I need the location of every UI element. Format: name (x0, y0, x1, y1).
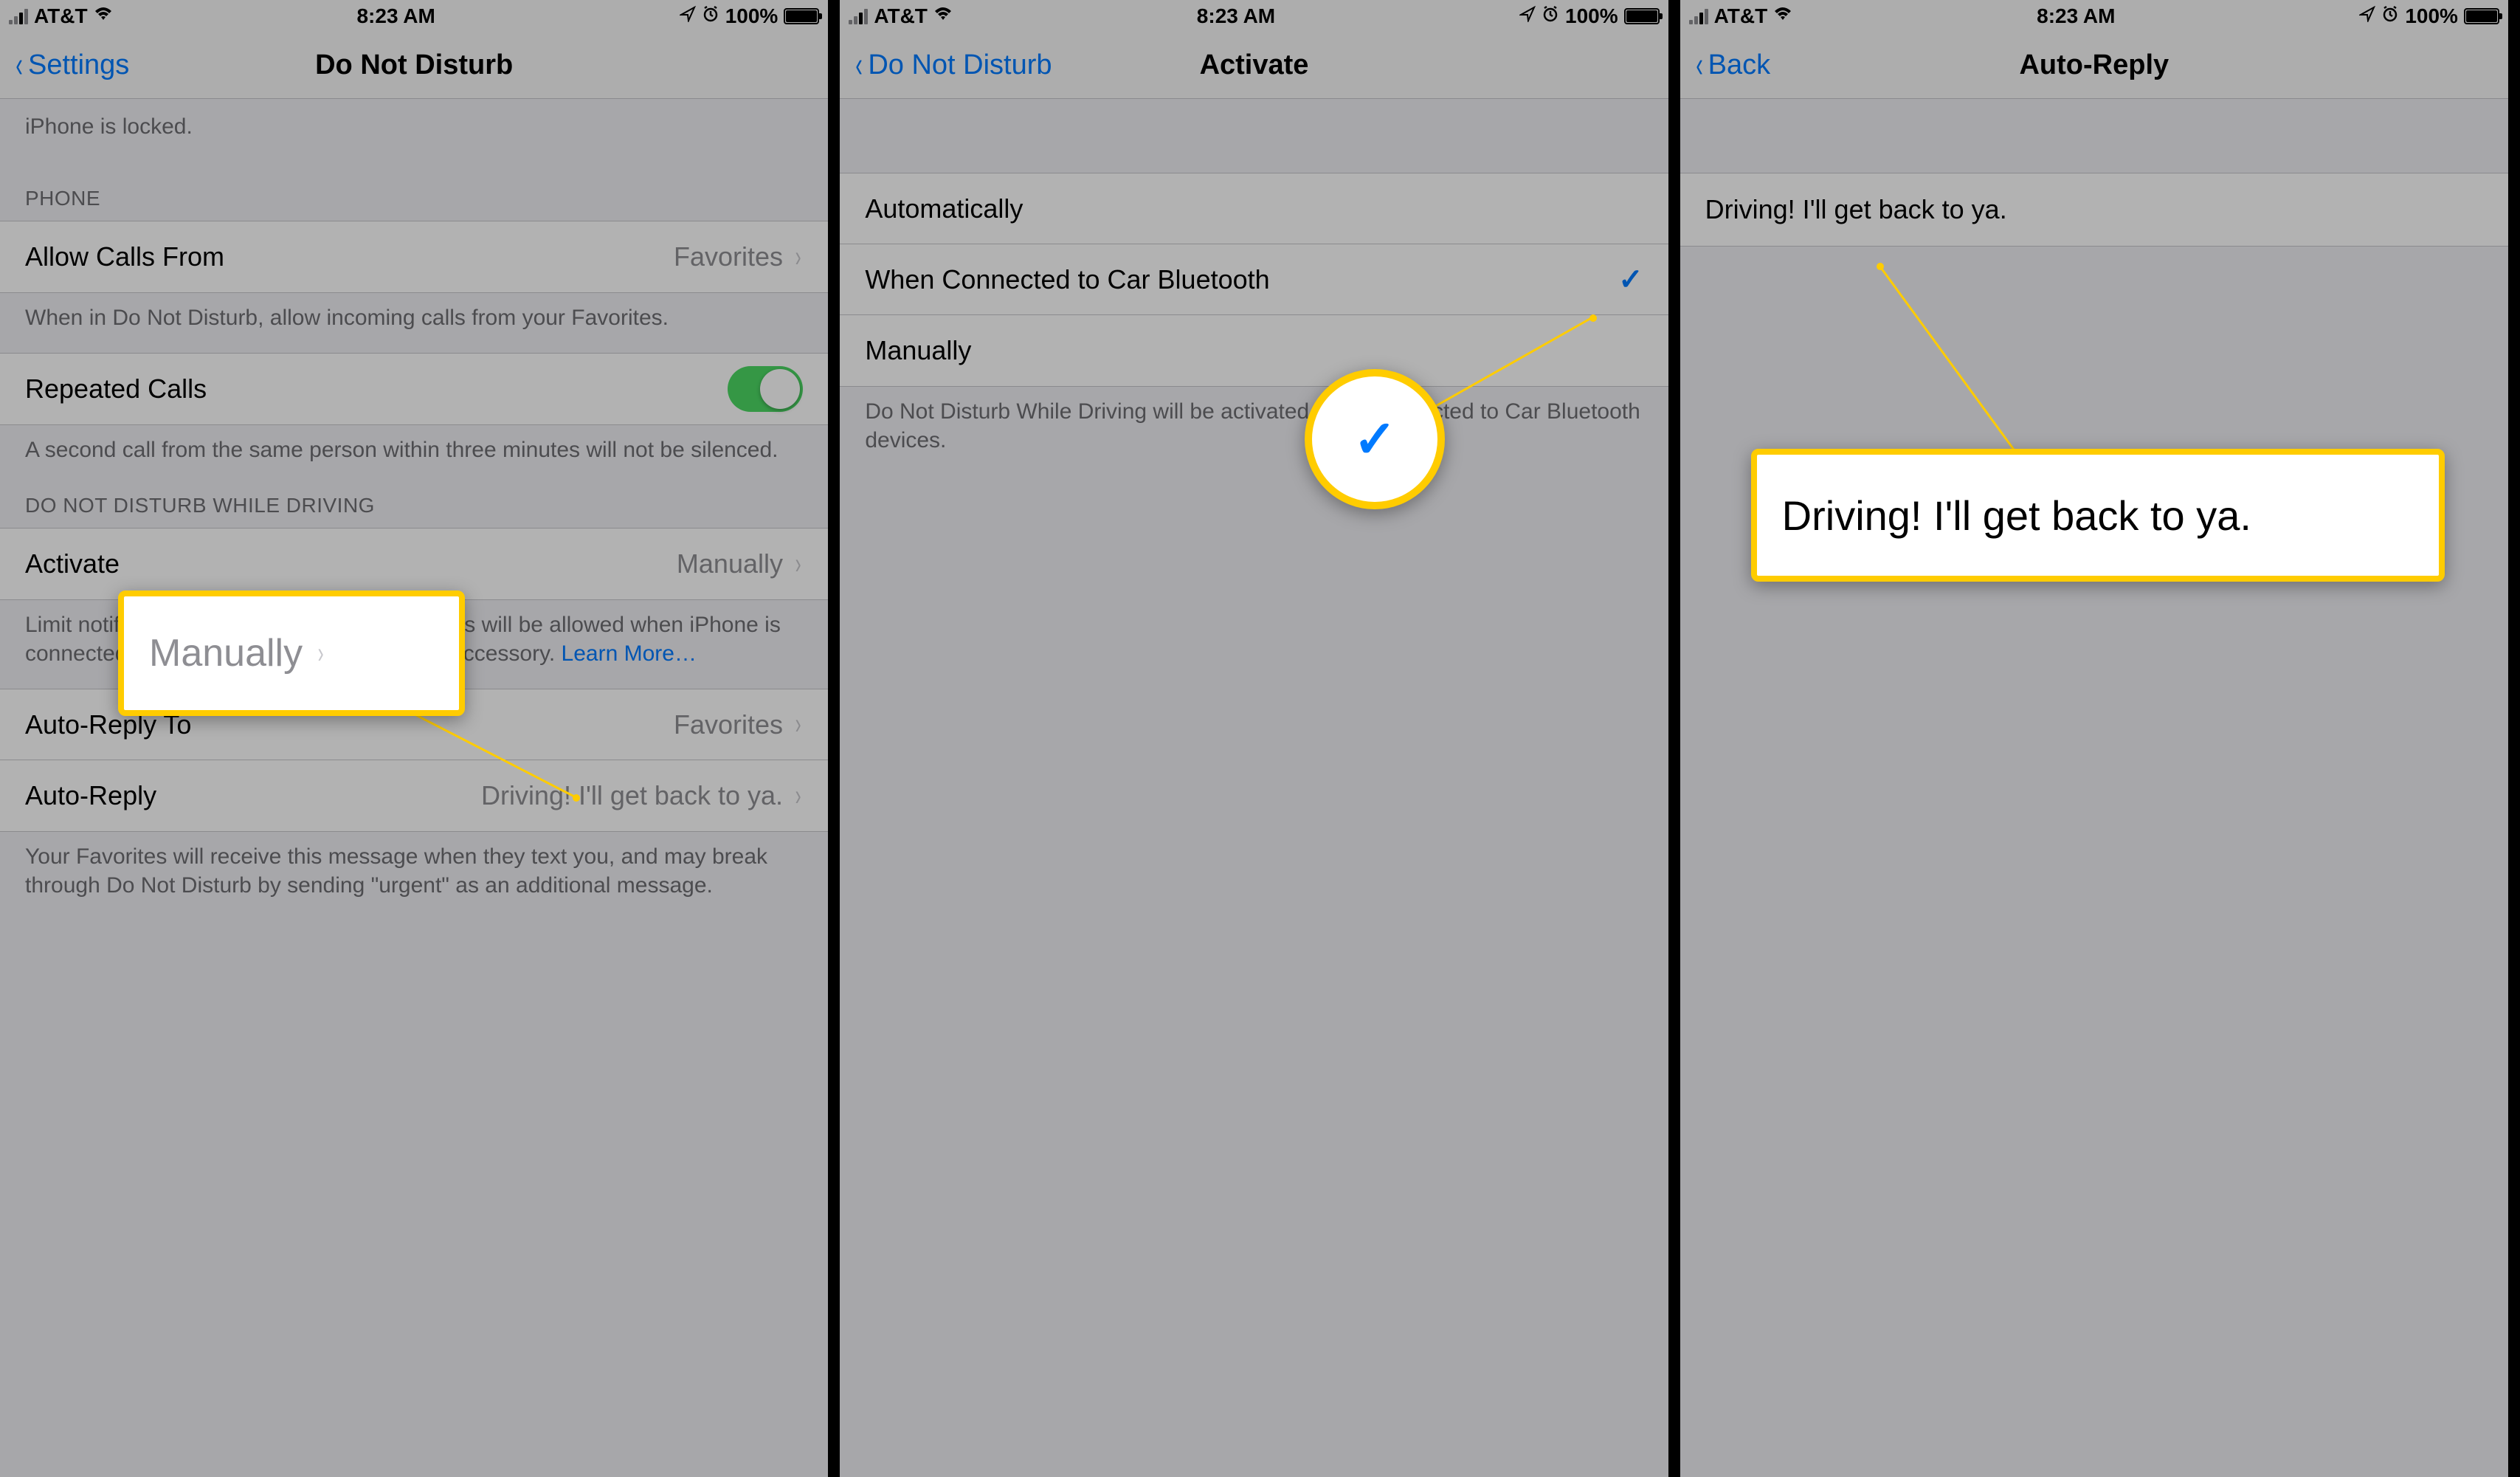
auto-reply-cell[interactable]: Auto-Reply Driving! I'll get back to ya.… (0, 760, 828, 831)
navbar: ‹ Back Auto-Reply (1680, 32, 2508, 99)
battery-percent: 100% (1565, 4, 1618, 28)
page-title: Activate (1200, 49, 1309, 81)
location-icon (1519, 6, 1536, 27)
carrier-label: AT&T (34, 4, 88, 28)
checkmark-icon: ✓ (1618, 263, 1643, 297)
chevron-left-icon: ‹ (856, 48, 863, 83)
location-icon (2359, 6, 2375, 27)
battery-icon (2464, 8, 2499, 24)
chevron-left-icon: ‹ (15, 48, 23, 83)
activate-cell[interactable]: Activate Manually › (0, 529, 828, 599)
back-button[interactable]: ‹ Do Not Disturb (853, 48, 1052, 83)
status-bar: AT&T 8:23 AM 100% (0, 0, 828, 32)
callout-anchor-dot (1877, 263, 1884, 270)
back-label: Do Not Disturb (868, 49, 1052, 81)
phone-3-auto-reply: AT&T 8:23 AM 100% ‹ Back Auto-Reply Driv… (1680, 0, 2520, 1477)
auto-reply-value: Driving! I'll get back to ya. (481, 780, 783, 811)
battery-percent: 100% (725, 4, 779, 28)
wifi-icon (94, 6, 113, 27)
option-manually[interactable]: Manually (840, 315, 1668, 386)
back-label: Back (1708, 49, 1770, 81)
auto-reply-message: Driving! I'll get back to ya. (1705, 194, 2007, 224)
battery-percent: 100% (2405, 4, 2458, 28)
alarm-icon (1542, 5, 1559, 28)
auto-reply-textarea[interactable]: Driving! I'll get back to ya. (1680, 173, 2508, 247)
chevron-right-icon: › (795, 708, 801, 741)
callout-auto-reply-message: Driving! I'll get back to ya. (1751, 449, 2445, 582)
page-title: Auto-Reply (2019, 49, 2169, 81)
option-automatically[interactable]: Automatically (840, 173, 1668, 244)
chevron-right-icon: › (795, 779, 801, 813)
chevron-right-icon: › (795, 241, 801, 274)
signal-icon (849, 8, 868, 24)
wifi-icon (933, 6, 953, 27)
navbar: ‹ Do Not Disturb Activate (840, 32, 1668, 99)
chevron-left-icon: ‹ (1696, 48, 1703, 83)
chevron-right-icon: › (318, 637, 324, 670)
repeated-calls-cell[interactable]: Repeated Calls (0, 354, 828, 424)
checkmark-icon: ✓ (1353, 409, 1397, 469)
battery-icon (1624, 8, 1660, 24)
alarm-icon (702, 5, 719, 28)
clock-label: 8:23 AM (1197, 4, 1275, 28)
allow-calls-label: Allow Calls From (25, 241, 224, 272)
alarm-icon (2381, 5, 2399, 28)
repeated-calls-toggle[interactable] (728, 366, 803, 412)
phone-2-activate: AT&T 8:23 AM 100% ‹ Do Not Disturb Activ… (840, 0, 1680, 1477)
back-label: Settings (28, 49, 129, 81)
status-bar: AT&T 8:23 AM 100% (1680, 0, 2508, 32)
chevron-right-icon: › (795, 548, 801, 581)
status-bar: AT&T 8:23 AM 100% (840, 0, 1668, 32)
option-car-bluetooth[interactable]: When Connected to Car Bluetooth ✓ (840, 244, 1668, 315)
auto-reply-label: Auto-Reply (25, 780, 156, 811)
wifi-icon (1773, 6, 1792, 27)
activate-footer: Do Not Disturb While Driving will be act… (840, 387, 1668, 475)
activate-value: Manually (677, 548, 783, 579)
callout-anchor-dot (573, 794, 580, 802)
section-header-phone: PHONE (0, 162, 828, 221)
allow-calls-footer: When in Do Not Disturb, allow incoming c… (0, 293, 828, 353)
clock-label: 8:23 AM (356, 4, 435, 28)
allow-calls-cell[interactable]: Allow Calls From Favorites › (0, 221, 828, 292)
callout-manually: Manually › (118, 591, 465, 716)
allow-calls-value: Favorites (674, 241, 783, 272)
location-icon (680, 6, 696, 27)
repeated-calls-label: Repeated Calls (25, 373, 207, 404)
locked-footer: iPhone is locked. (0, 99, 828, 162)
section-header-driving: DO NOT DISTURB WHILE DRIVING (0, 485, 828, 528)
repeated-calls-footer: A second call from the same person withi… (0, 425, 828, 485)
auto-reply-to-value: Favorites (674, 709, 783, 740)
carrier-label: AT&T (874, 4, 928, 28)
page-title: Do Not Disturb (315, 49, 513, 81)
activate-label: Activate (25, 548, 120, 579)
callout-checkmark: ✓ (1305, 369, 1445, 509)
carrier-label: AT&T (1714, 4, 1768, 28)
back-button[interactable]: ‹ Settings (13, 48, 129, 83)
clock-label: 8:23 AM (2037, 4, 2115, 28)
signal-icon (1689, 8, 1708, 24)
phone-1-do-not-disturb: AT&T 8:23 AM 100% ‹ Settings Do Not Dist… (0, 0, 840, 1477)
battery-icon (784, 8, 819, 24)
auto-reply-footer: Your Favorites will receive this message… (0, 832, 828, 920)
back-button[interactable]: ‹ Back (1694, 48, 1770, 83)
navbar: ‹ Settings Do Not Disturb (0, 32, 828, 99)
learn-more-link[interactable]: Learn More… (562, 641, 697, 666)
signal-icon (9, 8, 28, 24)
content: iPhone is locked. PHONE Allow Calls From… (0, 99, 828, 920)
